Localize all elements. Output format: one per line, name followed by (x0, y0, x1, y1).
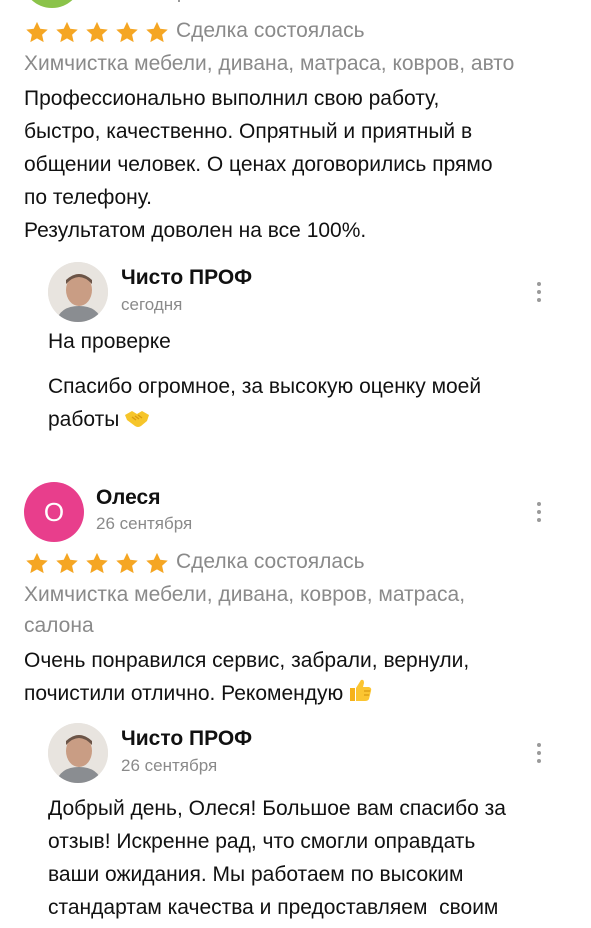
review1-avatar[interactable] (22, 0, 82, 8)
handshake-icon (123, 406, 151, 439)
star-icon (144, 20, 170, 45)
star-icon (24, 551, 50, 576)
review2-service-line: Химчистка мебели, дивана, ковров, матрас… (24, 583, 466, 606)
star-icon (54, 551, 80, 576)
review2-date: 26 сентября (96, 514, 193, 533)
seller-avatar[interactable] (48, 262, 108, 322)
review2-avatar-letter: О (43, 496, 65, 527)
reply1-more-icon[interactable] (533, 282, 545, 302)
review1-date-fragment (178, 0, 190, 2)
review2-text-line: почистили отлично. Рекомендую (24, 677, 569, 713)
star-icon (144, 551, 170, 576)
reply2-text-line: стандартам качества и предоставляем свои… (48, 896, 499, 919)
review1-deal-status: Сделка состоялась (176, 19, 365, 42)
reply2-date: 26 сентября (121, 756, 218, 775)
reply1-text-line: работы (48, 403, 548, 439)
reply2-text-line: ваши ожидания. Мы работаем по высоким (48, 863, 464, 886)
review2-service: Химчистка мебели, дивана, ковров, матрас… (24, 579, 569, 641)
review1-text: Профессионально выполнил свою работу, бы… (24, 82, 569, 247)
thumbs-up-icon (347, 677, 373, 713)
review1-text-line: Профессионально выполнил свою работу, (24, 87, 440, 110)
star-icon (84, 20, 110, 45)
review1-rating-stars (24, 20, 170, 45)
reply2-text: Добрый день, Олеся! Большое вам спасибо … (48, 792, 548, 924)
review1-text-line: быстро, качественно. Опрятный и приятный… (24, 120, 473, 143)
review1-service: Химчистка мебели, дивана, матраса, ковро… (24, 52, 515, 75)
review2-text: Очень понравился сервис, забрали, вернул… (24, 644, 569, 713)
reply2-more-icon[interactable] (533, 743, 545, 763)
star-icon (54, 20, 80, 45)
review2-service-line: салона (24, 614, 94, 637)
star-icon (114, 20, 140, 45)
reply1-date: сегодня (121, 295, 183, 314)
reply2-author: Чисто ПРОФ (121, 727, 253, 750)
review1-text-line: по телефону. (24, 186, 152, 209)
reply2-text-line: Добрый день, Олеся! Большое вам спасибо … (48, 797, 506, 820)
seller-avatar[interactable] (48, 723, 108, 783)
reply1-status: На проверке (48, 330, 171, 353)
reply1-text: Спасибо огромное, за высокую оценку моей… (48, 370, 548, 439)
review1-text-line: Результатом доволен на все 100%. (24, 219, 367, 242)
review1-text-line: общении человек. О ценах договорились пр… (24, 153, 493, 176)
reply2-text-line: отзыв! Искренне рад, что смогли оправдат… (48, 830, 476, 853)
review2-deal-status: Сделка состоялась (176, 550, 365, 573)
review2-more-icon[interactable] (533, 502, 545, 522)
star-icon (114, 551, 140, 576)
star-icon (24, 20, 50, 45)
star-icon (84, 551, 110, 576)
reply1-text-line: Спасибо огромное, за высокую оценку моей (48, 375, 482, 398)
review2-text-line: Очень понравился сервис, забрали, вернул… (24, 649, 470, 672)
review2-rating-stars (24, 551, 170, 576)
review2-author: Олеся (96, 486, 161, 509)
reply1-author: Чисто ПРОФ (121, 266, 253, 289)
review2-avatar[interactable]: О (24, 482, 84, 542)
